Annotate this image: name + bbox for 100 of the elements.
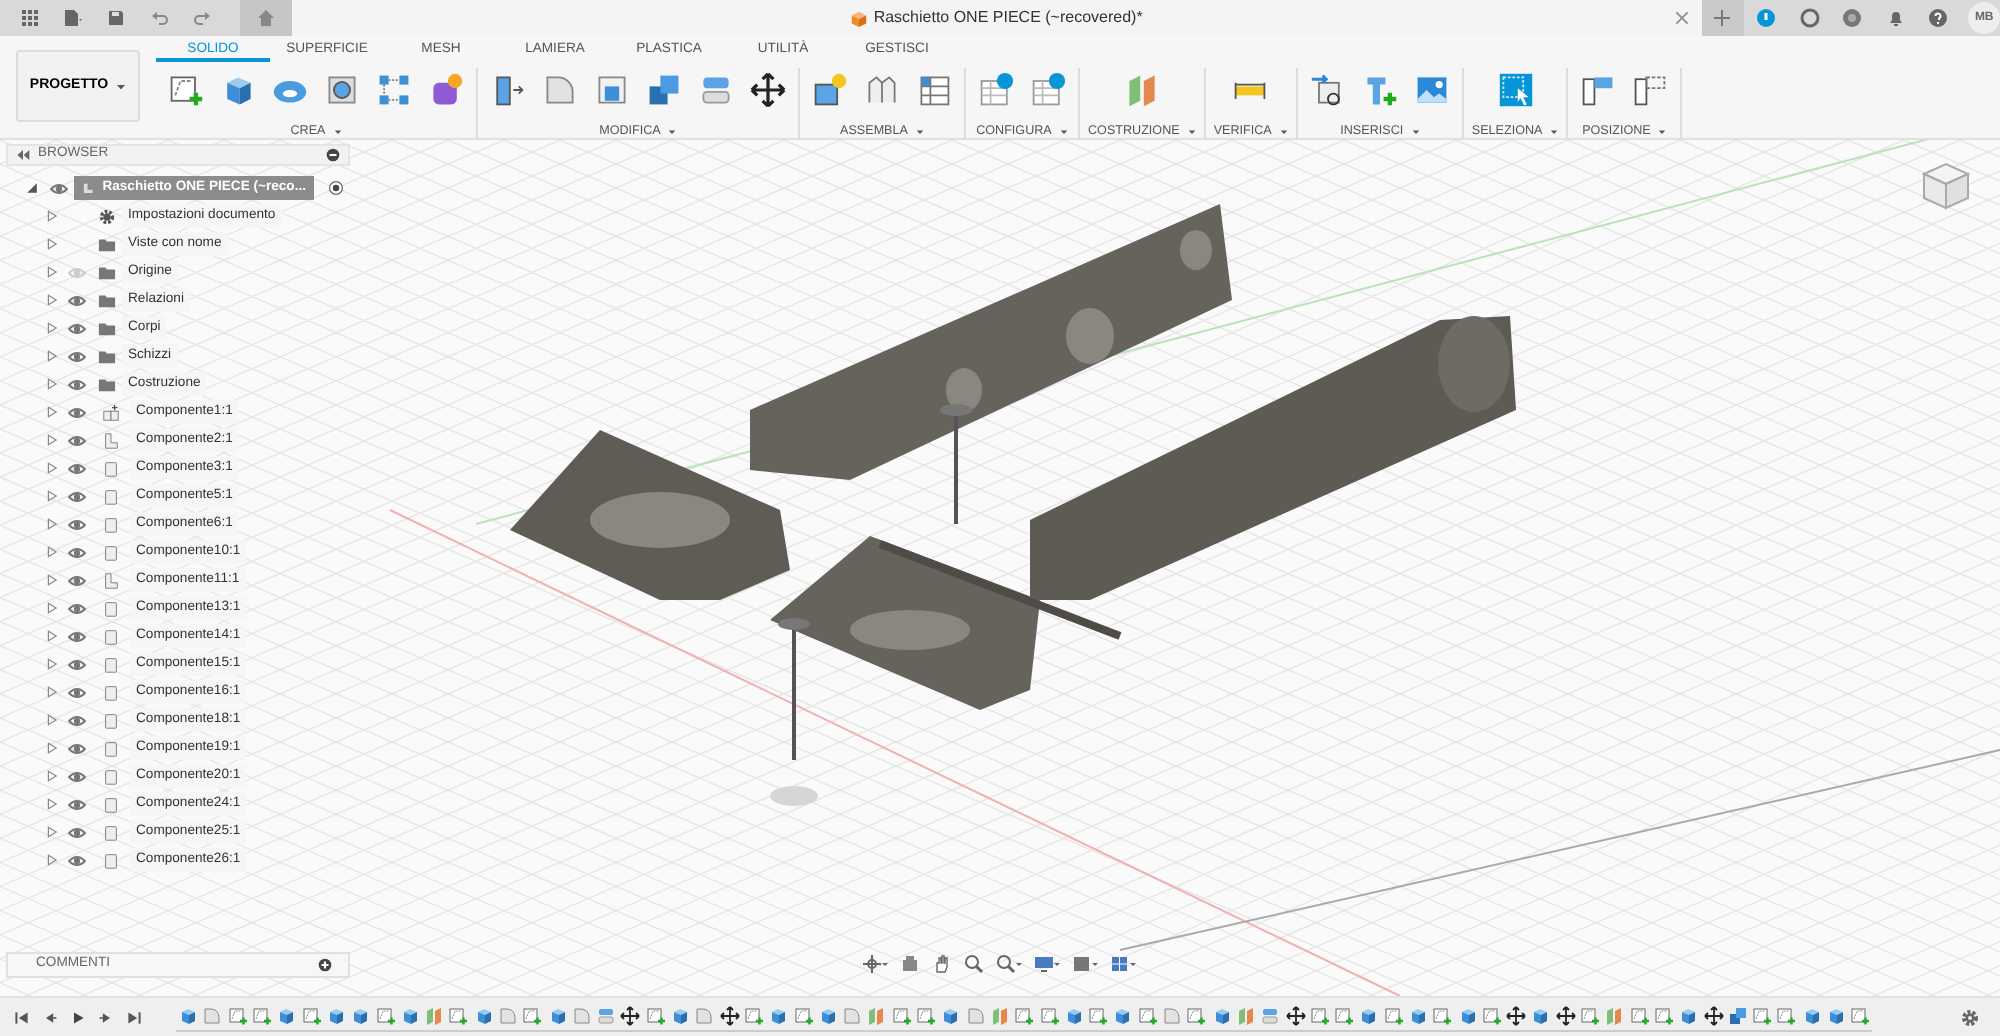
- box-icon[interactable]: [1678, 1006, 1699, 1026]
- box-icon[interactable]: [1112, 1006, 1133, 1026]
- sketch-icon[interactable]: [1014, 1006, 1035, 1026]
- eye-icon[interactable]: [67, 571, 85, 589]
- undo-icon[interactable]: [149, 8, 170, 28]
- box-icon[interactable]: [1457, 1006, 1478, 1026]
- expand-arrow-icon[interactable]: [46, 546, 58, 558]
- fillet-icon[interactable]: [498, 1006, 518, 1026]
- expand-arrow-icon[interactable]: [46, 238, 58, 250]
- joint-icon[interactable]: [864, 72, 900, 108]
- configuration-icon[interactable]: [1030, 72, 1066, 108]
- redo-icon[interactable]: [192, 8, 213, 28]
- expand-arrow-icon[interactable]: [46, 602, 58, 614]
- box-icon[interactable]: [276, 1006, 297, 1026]
- sketch-icon[interactable]: [1383, 1006, 1404, 1026]
- eye-icon[interactable]: [67, 851, 85, 869]
- expand-arrow-icon[interactable]: [46, 406, 58, 418]
- expand-arrow-icon[interactable]: [46, 826, 58, 838]
- box-icon[interactable]: [1063, 1006, 1084, 1026]
- sketch-icon[interactable]: [793, 1006, 814, 1026]
- eye-icon[interactable]: [67, 823, 85, 841]
- settings-icon[interactable]: [1960, 1007, 1980, 1027]
- combine-icon[interactable]: [1727, 1006, 1748, 1026]
- sketch-icon[interactable]: [1039, 1006, 1060, 1026]
- eye-icon[interactable]: [67, 291, 85, 309]
- expand-arrow-icon[interactable]: [46, 266, 58, 278]
- box-icon[interactable]: [1530, 1006, 1551, 1026]
- insert-component-icon[interactable]: [1361, 72, 1398, 108]
- expand-arrow-icon[interactable]: [46, 686, 58, 698]
- fillet-icon[interactable]: [965, 1006, 986, 1026]
- expand-arrow-icon[interactable]: [46, 854, 58, 866]
- fillet-icon[interactable]: [202, 1006, 223, 1026]
- position-frame-icon[interactable]: [1632, 72, 1669, 108]
- collapse-icon[interactable]: [16, 148, 30, 162]
- expand-arrow-icon[interactable]: [46, 574, 58, 586]
- pan-icon[interactable]: [932, 954, 952, 974]
- sketch-icon[interactable]: [448, 1006, 469, 1026]
- move-icon[interactable]: [719, 1006, 740, 1026]
- visual-style-icon[interactable]: [1072, 954, 1098, 974]
- plane-icon[interactable]: [989, 1006, 1010, 1026]
- component-icon[interactable]: [812, 72, 848, 108]
- expand-arrow-icon[interactable]: [46, 630, 58, 642]
- box-icon[interactable]: [178, 1006, 199, 1026]
- move-icon[interactable]: [1506, 1006, 1527, 1026]
- move-icon[interactable]: [1285, 1006, 1305, 1026]
- fillet-icon[interactable]: [542, 72, 578, 108]
- sketch-icon[interactable]: [1653, 1006, 1674, 1026]
- box-icon[interactable]: [670, 1006, 691, 1026]
- box-icon[interactable]: [768, 1006, 789, 1026]
- eye-icon[interactable]: [67, 655, 85, 673]
- offset-face-icon[interactable]: [698, 72, 734, 108]
- eye-icon[interactable]: [67, 627, 85, 645]
- eye-icon[interactable]: [67, 543, 85, 561]
- eye-icon[interactable]: [67, 599, 85, 617]
- pattern-icon[interactable]: [376, 72, 412, 108]
- move-icon[interactable]: [1703, 1006, 1724, 1026]
- eye-icon[interactable]: [67, 795, 85, 813]
- expand-arrow-icon[interactable]: [46, 658, 58, 670]
- move-icon[interactable]: [1555, 1006, 1576, 1026]
- sketch-icon[interactable]: [375, 1006, 396, 1026]
- form-icon[interactable]: [428, 72, 464, 108]
- plane-icon[interactable]: [866, 1006, 887, 1026]
- fillet-icon[interactable]: [571, 1006, 592, 1026]
- eye-icon[interactable]: [67, 375, 85, 393]
- expand-arrow-icon[interactable]: [46, 742, 58, 754]
- expand-arrow-icon[interactable]: [46, 322, 58, 334]
- close-icon[interactable]: [1673, 10, 1689, 26]
- configuration-icon[interactable]: [978, 72, 1014, 108]
- zoom-icon[interactable]: [964, 954, 984, 974]
- home-icon[interactable]: [255, 8, 276, 28]
- eye-icon[interactable]: [67, 403, 85, 421]
- eye-icon[interactable]: [67, 683, 85, 701]
- box-icon[interactable]: [1801, 1006, 1822, 1026]
- box-icon[interactable]: [817, 1006, 838, 1026]
- eye-icon[interactable]: [67, 431, 85, 449]
- box-icon[interactable]: [1358, 1006, 1379, 1026]
- sketch-icon[interactable]: [301, 1006, 322, 1026]
- zoom-window-icon[interactable]: [996, 954, 1022, 974]
- box-icon[interactable]: [399, 1006, 420, 1026]
- play-icon[interactable]: [70, 1009, 86, 1025]
- move-icon[interactable]: [620, 1006, 641, 1026]
- expand-arrow-icon[interactable]: [46, 378, 58, 390]
- expand-arrow-icon[interactable]: [46, 518, 58, 530]
- sketch-icon[interactable]: [1334, 1006, 1355, 1026]
- sketch-icon[interactable]: [1776, 1006, 1797, 1026]
- box-icon[interactable]: [940, 1006, 961, 1026]
- press-pull-icon[interactable]: [490, 72, 526, 108]
- shell-icon[interactable]: [594, 72, 630, 108]
- add-comment-icon[interactable]: [318, 958, 332, 972]
- apps-icon[interactable]: [19, 8, 40, 28]
- insert-link-icon[interactable]: [1309, 72, 1346, 108]
- plane-icon[interactable]: [1235, 1006, 1256, 1026]
- fillet-icon[interactable]: [842, 1006, 863, 1026]
- expand-arrow-icon[interactable]: [46, 434, 58, 446]
- plane-icon[interactable]: [1604, 1006, 1625, 1026]
- move-icon[interactable]: [750, 72, 786, 108]
- last-icon[interactable]: [126, 1009, 142, 1025]
- eye-icon[interactable]: [67, 487, 85, 505]
- expand-arrow-icon[interactable]: [46, 770, 58, 782]
- eye-icon[interactable]: [67, 711, 85, 729]
